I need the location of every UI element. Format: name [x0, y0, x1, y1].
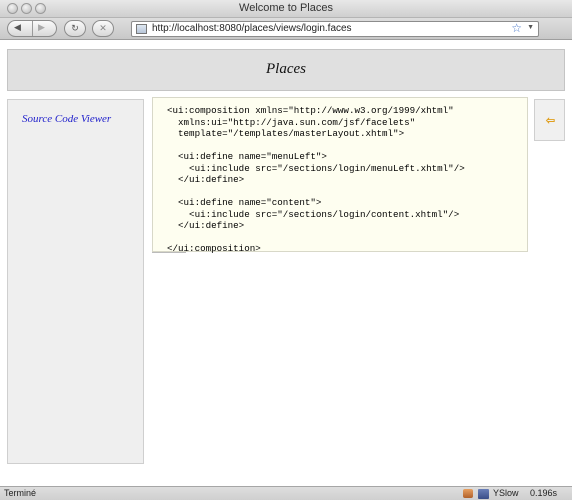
yslow-icon[interactable] — [478, 489, 489, 499]
page-title: Places — [266, 61, 306, 77]
reload-icon: ↻ — [71, 23, 79, 33]
stop-icon: ✕ — [99, 23, 107, 33]
address-bar[interactable]: http://localhost:8080/places/views/login… — [131, 21, 539, 37]
firebug-icon[interactable] — [463, 489, 473, 498]
back-panel: ⇦ — [534, 99, 565, 141]
page-favicon-icon — [136, 24, 147, 34]
stop-button[interactable]: ✕ — [92, 20, 114, 37]
source-code-panel: <ui:composition xmlns="http://www.w3.org… — [152, 97, 528, 254]
page-viewport: Places Source Code Viewer <ui:compositio… — [0, 41, 572, 486]
url-history-dropdown-icon[interactable]: ▼ — [527, 24, 534, 31]
forward-arrow-icon[interactable]: ▶ — [38, 22, 45, 33]
bookmark-star-icon[interactable]: ☆ — [511, 21, 522, 35]
sidebar-menu: Source Code Viewer — [7, 99, 144, 464]
back-forward-buttons: ◀ ▶ — [7, 20, 57, 37]
status-bar: Terminé YSlow 0.196s — [0, 486, 572, 500]
window-title: Welcome to Places — [239, 2, 333, 14]
load-time: 0.196s — [530, 488, 558, 498]
source-code-viewer-link[interactable]: Source Code Viewer — [22, 113, 111, 125]
reload-button[interactable]: ↻ — [64, 20, 86, 37]
yslow-label[interactable]: YSlow — [493, 488, 519, 498]
status-text: Terminé — [4, 488, 37, 498]
nav-divider — [32, 21, 33, 36]
source-code-text: <ui:composition xmlns="http://www.w3.org… — [167, 105, 465, 254]
back-arrow-icon[interactable]: ◀ — [14, 22, 21, 33]
browser-toolbar: ◀ ▶ ↻ ✕ http://localhost:8080/places/vie… — [0, 18, 572, 40]
window-titlebar: Welcome to Places — [0, 0, 572, 18]
page-header: Places — [7, 49, 565, 91]
code-panel-divider — [152, 252, 186, 253]
url-text[interactable]: http://localhost:8080/places/views/login… — [152, 23, 352, 34]
back-arrow-icon[interactable]: ⇦ — [544, 114, 557, 127]
